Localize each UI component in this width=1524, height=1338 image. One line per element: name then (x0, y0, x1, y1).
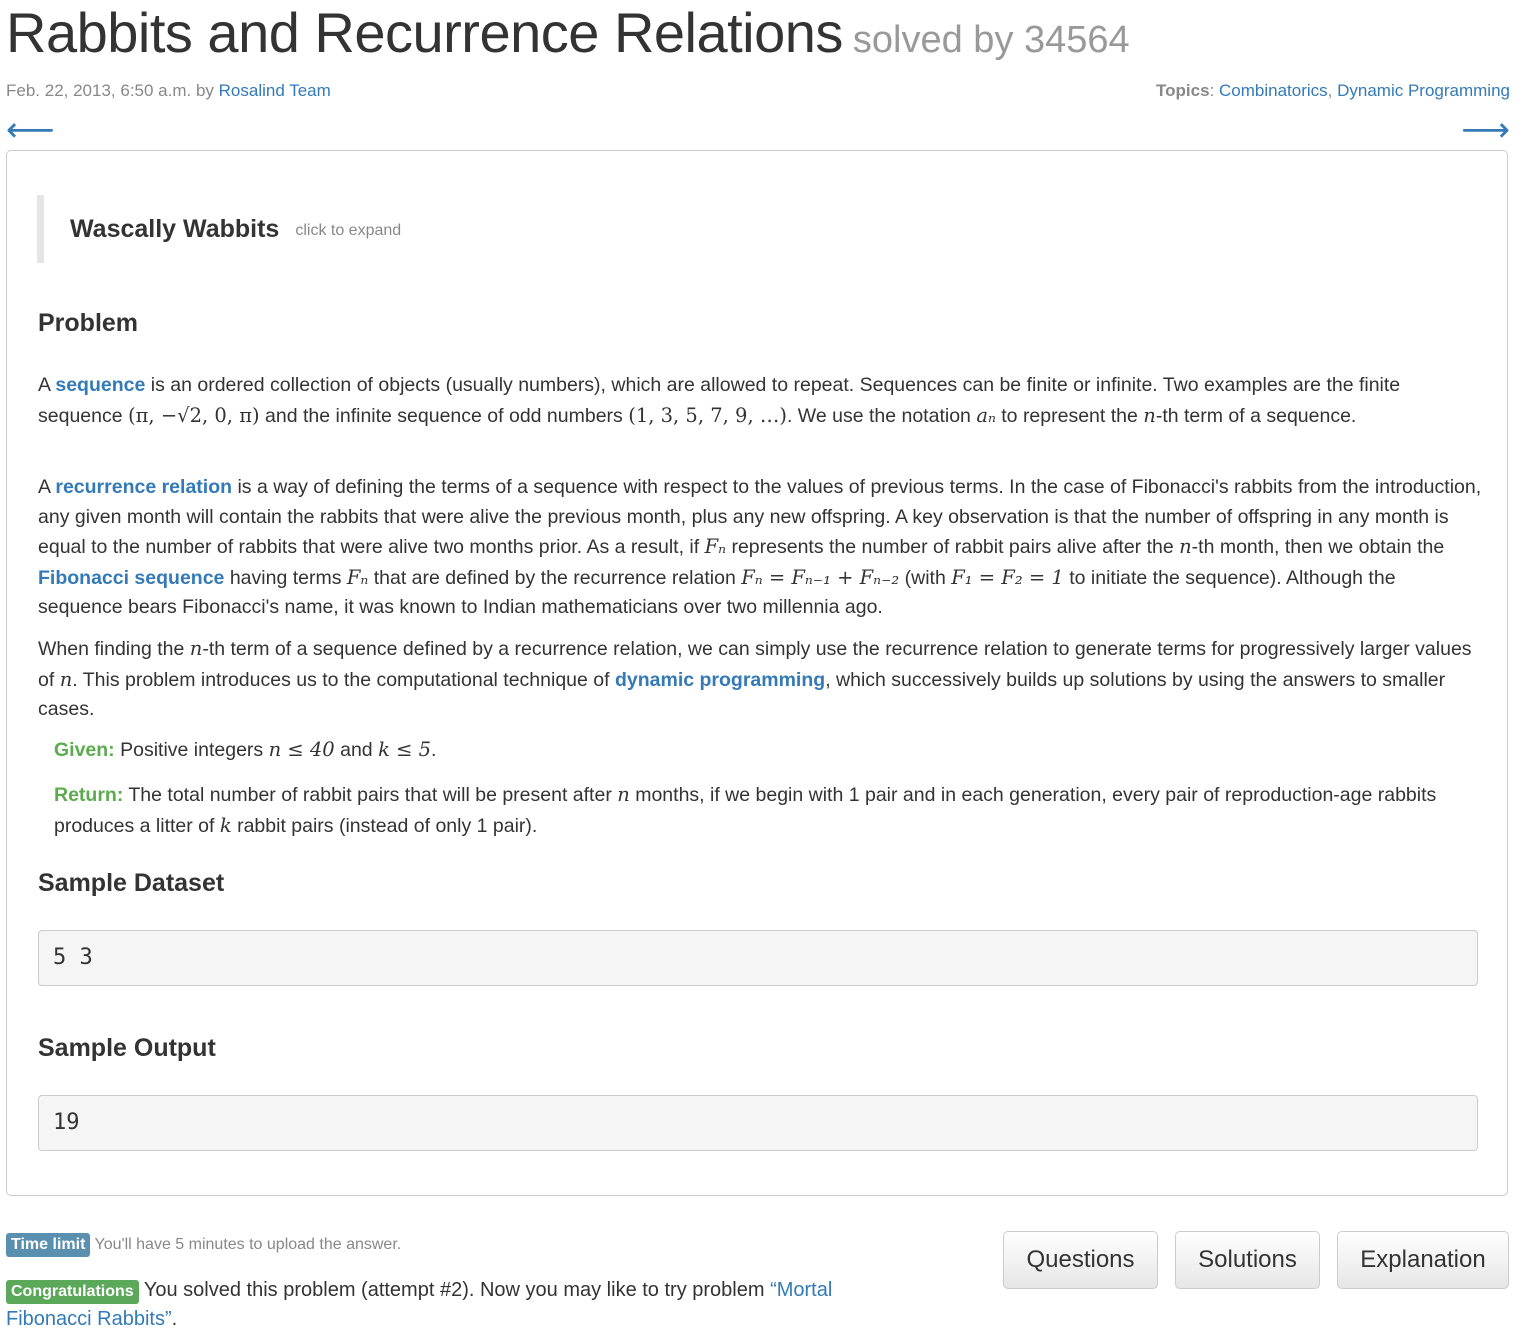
congratulations-text: You solved this problem (attempt #2). No… (138, 1279, 771, 1301)
questions-button[interactable]: Questions (1003, 1231, 1158, 1289)
dynamic-programming-link[interactable]: dynamic programming (615, 669, 825, 691)
return-statement: Return: The total number of rabbit pairs… (54, 783, 1437, 837)
author-link[interactable]: Rosalind Team (219, 81, 331, 100)
topics: Topics: Combinatorics, Dynamic Programmi… (1156, 81, 1510, 100)
math-a-n: aₙ (976, 403, 996, 427)
return-label: Return: (54, 784, 124, 806)
solutions-button[interactable]: Solutions (1175, 1231, 1320, 1289)
math-recurrence: Fₙ = Fₙ₋₁ + Fₙ₋₂ (741, 565, 900, 589)
topics-label: Topics (1156, 81, 1210, 100)
problem-card: Wascally Wabbits click to expand Problem… (6, 150, 1508, 1196)
title-row: Rabbits and Recurrence Relations solved b… (6, 0, 1130, 65)
problem-paragraph-1: A sequence is an ordered collection of o… (38, 374, 1401, 427)
prev-problem-arrow-icon[interactable]: ⟵ (6, 113, 55, 147)
page-title: Rabbits and Recurrence Relations (6, 1, 843, 64)
sample-dataset-box: 5 3 (38, 930, 1478, 986)
given-label: Given: (54, 739, 115, 761)
time-limit-row: Time limit You'll have 5 minutes to uplo… (6, 1233, 401, 1257)
post-meta: Feb. 22, 2013, 6:50 a.m. by Rosalind Tea… (6, 81, 331, 101)
next-problem-arrow-icon[interactable]: ⟶ (1461, 113, 1510, 147)
problem-heading: Problem (38, 309, 139, 337)
problem-paragraph-2: A recurrence relation is a way of defini… (38, 476, 1482, 618)
math-odd-sequence: (1, 3, 5, 7, 9, …) (628, 403, 787, 427)
sample-output-box: 19 (38, 1095, 1478, 1151)
topic-link-dynamic-programming[interactable]: Dynamic Programming (1337, 81, 1510, 100)
story-title[interactable]: Wascally Wabbits (70, 215, 279, 244)
time-limit-badge: Time limit (6, 1233, 91, 1257)
math-initial-values: F₁ = F₂ = 1 (951, 565, 1064, 589)
recurrence-relation-link[interactable]: recurrence relation (55, 476, 232, 498)
problem-paragraph-3: When finding the n-th term of a sequence… (38, 637, 1472, 720)
congratulations-badge: Congratulations (6, 1280, 139, 1304)
post-date: Feb. 22, 2013, 6:50 a.m. by (6, 81, 214, 100)
topic-link-combinatorics[interactable]: Combinatorics (1219, 81, 1328, 100)
story-expand-hint[interactable]: click to expand (295, 222, 401, 240)
explanation-button[interactable]: Explanation (1337, 1231, 1509, 1289)
solved-count: solved by 34564 (852, 19, 1130, 61)
math-finite-sequence: (π, −√2, 0, π) (128, 403, 260, 427)
time-limit-text: You'll have 5 minutes to upload the answ… (94, 1236, 402, 1253)
given-statement: Given: Positive integers n ≤ 40 and k ≤ … (54, 738, 437, 761)
congratulations-row: Congratulations You solved this problem … (6, 1279, 833, 1330)
sample-dataset-heading: Sample Dataset (38, 869, 225, 897)
sample-output-heading: Sample Output (38, 1034, 216, 1062)
fibonacci-sequence-link[interactable]: Fibonacci sequence (38, 567, 224, 589)
sequence-link[interactable]: sequence (55, 374, 145, 396)
story-toggle[interactable]: Wascally Wabbits click to expand (37, 195, 401, 263)
